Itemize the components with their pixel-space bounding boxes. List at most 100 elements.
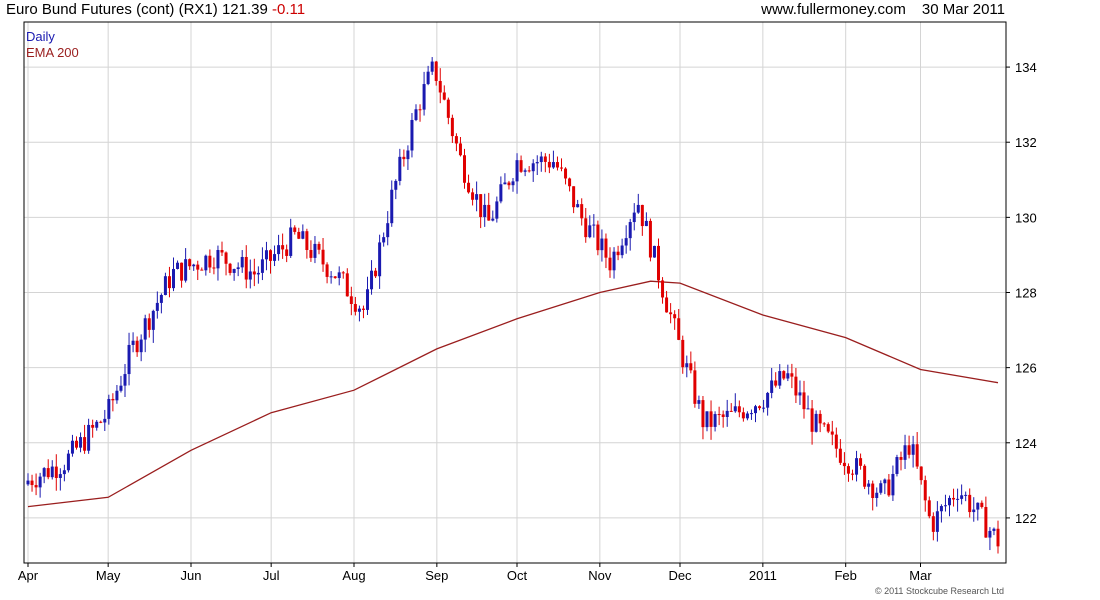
daily-candle bbox=[357, 305, 361, 322]
daily-candle bbox=[103, 409, 107, 432]
daily-candle bbox=[794, 368, 798, 404]
candle-body bbox=[770, 380, 774, 393]
candle-body bbox=[107, 398, 111, 419]
candle-body bbox=[438, 80, 442, 93]
candle-body bbox=[564, 168, 568, 179]
daily-candle bbox=[705, 411, 709, 432]
daily-candle bbox=[366, 276, 369, 315]
daily-candle bbox=[244, 245, 248, 289]
candle-body bbox=[984, 506, 988, 538]
daily-candle bbox=[184, 248, 188, 283]
candle-body bbox=[236, 267, 240, 270]
candle-body bbox=[66, 453, 70, 471]
candle-body bbox=[697, 400, 701, 404]
y-tick-label: 126 bbox=[1015, 361, 1037, 376]
candle-body bbox=[713, 414, 717, 427]
candle-body bbox=[418, 109, 422, 111]
candle-body bbox=[931, 516, 935, 532]
candle-body bbox=[725, 410, 729, 418]
candle-body bbox=[822, 423, 826, 425]
candle-body bbox=[964, 494, 968, 496]
y-tick-label: 124 bbox=[1015, 436, 1037, 451]
candle-body bbox=[333, 276, 337, 279]
candle-body bbox=[628, 222, 632, 239]
candle-body bbox=[729, 410, 733, 412]
daily-candle bbox=[935, 501, 939, 542]
daily-candle bbox=[863, 464, 867, 490]
daily-candle bbox=[176, 260, 180, 270]
x-tick-label: Apr bbox=[18, 568, 39, 583]
candle-body bbox=[483, 204, 487, 218]
daily-candle bbox=[915, 432, 919, 469]
candle-body bbox=[329, 276, 333, 278]
daily-candle bbox=[374, 267, 378, 279]
candle-body bbox=[115, 390, 119, 401]
candle-body bbox=[402, 156, 406, 160]
candle-body bbox=[527, 170, 531, 172]
candle-body bbox=[317, 243, 321, 250]
daily-candle bbox=[992, 527, 996, 536]
candle-body bbox=[523, 170, 527, 172]
daily-candle bbox=[572, 186, 576, 214]
daily-candle bbox=[644, 212, 648, 227]
daily-candle bbox=[200, 267, 204, 271]
daily-candle bbox=[846, 463, 850, 482]
y-tick-label: 122 bbox=[1015, 511, 1037, 526]
candle-body bbox=[216, 250, 220, 269]
candle-body bbox=[434, 61, 438, 81]
candle-body bbox=[806, 408, 810, 410]
daily-candle bbox=[42, 467, 46, 484]
daily-candle bbox=[495, 196, 499, 223]
candle-body bbox=[547, 161, 551, 168]
candle-body bbox=[394, 180, 398, 190]
daily-candle bbox=[345, 268, 349, 297]
candle-body bbox=[159, 295, 163, 303]
daily-candle bbox=[984, 496, 988, 538]
candle-body bbox=[568, 178, 572, 187]
candle-body bbox=[749, 413, 753, 415]
candle-body bbox=[491, 218, 495, 221]
candle-body bbox=[426, 71, 430, 85]
daily-candle bbox=[547, 153, 551, 174]
daily-candle bbox=[879, 480, 883, 495]
candle-body bbox=[988, 530, 992, 538]
candle-body bbox=[131, 340, 135, 345]
daily-candle bbox=[281, 233, 285, 259]
candle-body bbox=[846, 466, 850, 474]
daily-candle bbox=[689, 351, 693, 374]
candle-body bbox=[810, 408, 814, 432]
candle-body bbox=[943, 505, 947, 507]
daily-candle bbox=[911, 435, 915, 468]
candle-body bbox=[560, 167, 563, 169]
daily-candle bbox=[305, 228, 309, 259]
candle-body bbox=[685, 363, 689, 368]
candle-body bbox=[551, 162, 555, 168]
daily-candle bbox=[285, 244, 289, 263]
daily-candle bbox=[503, 173, 507, 185]
daily-candle bbox=[75, 436, 78, 450]
daily-candle bbox=[648, 218, 652, 262]
candle-body bbox=[616, 251, 620, 256]
candle-body bbox=[240, 256, 244, 268]
daily-candle bbox=[883, 478, 887, 495]
candle-body bbox=[826, 424, 830, 432]
daily-candle bbox=[83, 424, 87, 454]
candle-body bbox=[774, 380, 778, 386]
daily-candle bbox=[943, 494, 947, 512]
candle-body bbox=[99, 421, 103, 423]
candle-body bbox=[220, 250, 224, 253]
candle-body bbox=[293, 227, 297, 232]
candle-body bbox=[624, 238, 628, 246]
candle-body bbox=[200, 269, 204, 271]
daily-candle bbox=[616, 245, 620, 261]
daily-candle bbox=[657, 238, 660, 289]
candle-body bbox=[576, 204, 580, 208]
candle-body bbox=[151, 310, 155, 330]
x-tick-label: Nov bbox=[588, 568, 612, 583]
candle-body bbox=[834, 434, 838, 449]
x-tick-label: Dec bbox=[668, 568, 692, 583]
daily-candle bbox=[737, 400, 741, 418]
daily-candle bbox=[297, 227, 301, 240]
daily-candle bbox=[875, 487, 879, 507]
daily-candle bbox=[228, 262, 232, 276]
